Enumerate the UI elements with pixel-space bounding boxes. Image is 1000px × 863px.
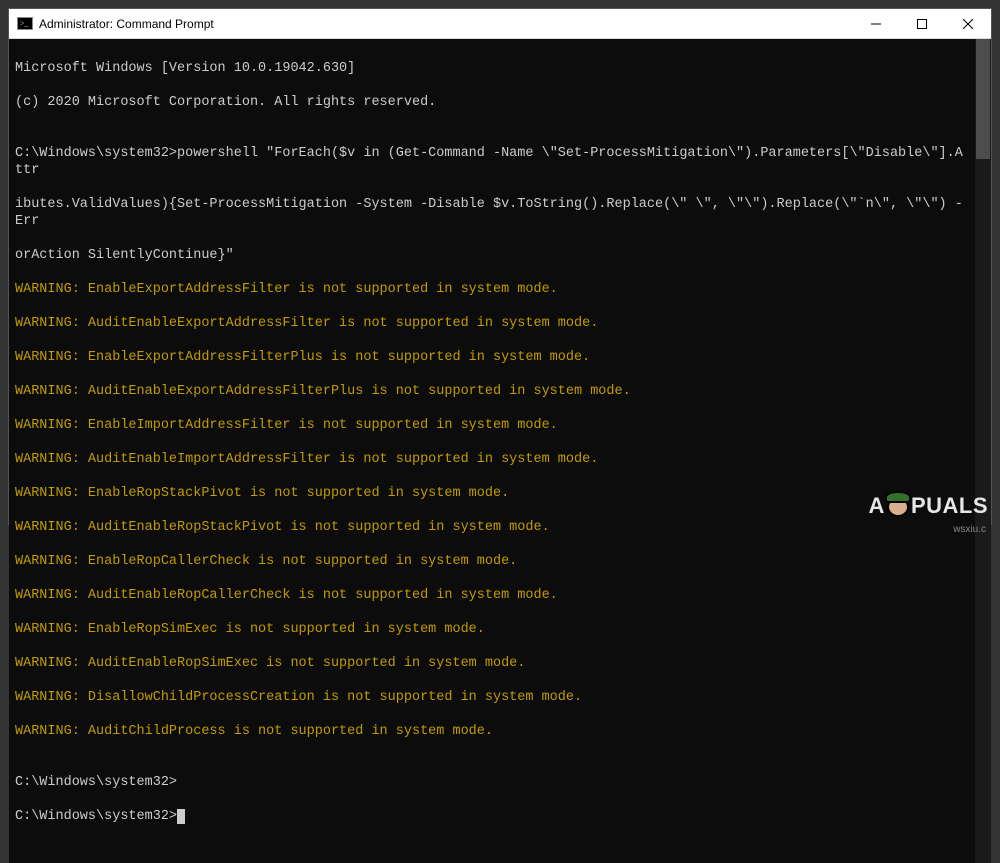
prompt-line: C:\Windows\system32> — [15, 774, 969, 791]
command-line-2: ibutes.ValidValues){Set-ProcessMitigatio… — [15, 196, 969, 230]
window-title: Administrator: Command Prompt — [39, 17, 214, 31]
warning-line: WARNING: AuditEnableExportAddressFilterP… — [15, 383, 969, 400]
terminal-area: Microsoft Windows [Version 10.0.19042.63… — [9, 39, 991, 863]
cursor — [177, 809, 185, 824]
scrollbar[interactable] — [975, 39, 991, 863]
version-line: Microsoft Windows [Version 10.0.19042.63… — [15, 60, 969, 77]
warning-line: WARNING: DisallowChildProcessCreation is… — [15, 689, 969, 706]
titlebar[interactable]: >_ Administrator: Command Prompt — [9, 9, 991, 39]
title-left: >_ Administrator: Command Prompt — [9, 16, 214, 32]
prompt-path: C:\Windows\system32> — [15, 809, 177, 824]
warning-line: WARNING: EnableExportAddressFilterPlus i… — [15, 349, 969, 366]
warning-line: WARNING: AuditEnableImportAddressFilter … — [15, 451, 969, 468]
minimize-button[interactable] — [853, 9, 899, 39]
cmd-icon: >_ — [17, 16, 33, 32]
warning-line: WARNING: EnableExportAddressFilter is no… — [15, 281, 969, 298]
svg-text:>_: >_ — [20, 19, 30, 28]
warning-line: WARNING: EnableRopSimExec is not support… — [15, 621, 969, 638]
warning-line: WARNING: AuditChildProcess is not suppor… — [15, 723, 969, 740]
warning-line: WARNING: AuditEnableRopCallerCheck is no… — [15, 587, 969, 604]
prompt-path: C:\Windows\system32> — [15, 146, 177, 161]
command-line-3: orAction SilentlyContinue}" — [15, 247, 969, 264]
command-prompt-window: >_ Administrator: Command Prompt Microso… — [8, 8, 992, 525]
warning-line: WARNING: AuditEnableExportAddressFilter … — [15, 315, 969, 332]
warning-line: WARNING: EnableImportAddressFilter is no… — [15, 417, 969, 434]
close-button[interactable] — [945, 9, 991, 39]
terminal-output[interactable]: Microsoft Windows [Version 10.0.19042.63… — [9, 39, 975, 863]
command-line-1: C:\Windows\system32>powershell "ForEach(… — [15, 145, 969, 179]
maximize-button[interactable] — [899, 9, 945, 39]
window-controls — [853, 9, 991, 38]
warning-line: WARNING: AuditEnableRopSimExec is not su… — [15, 655, 969, 672]
prompt-current: C:\Windows\system32> — [15, 808, 969, 825]
scrollbar-thumb[interactable] — [976, 39, 990, 159]
warning-line: WARNING: EnableRopStackPivot is not supp… — [15, 485, 969, 502]
warning-line: WARNING: AuditEnableRopStackPivot is not… — [15, 519, 969, 536]
copyright-line: (c) 2020 Microsoft Corporation. All righ… — [15, 94, 969, 111]
warning-line: WARNING: EnableRopCallerCheck is not sup… — [15, 553, 969, 570]
